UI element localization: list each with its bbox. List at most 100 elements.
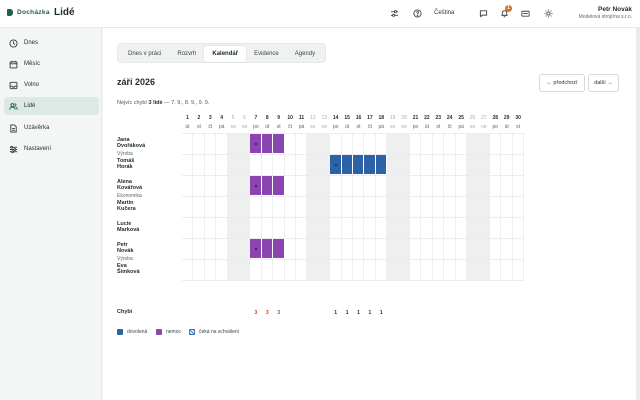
card-icon[interactable] [521,9,530,18]
day-column [399,133,410,280]
sidebar-item-dnes[interactable]: Dnes [4,34,99,52]
weekday-label: po [492,124,499,130]
day-header: 6 ne [239,115,250,130]
row-divider [182,280,524,281]
day-number: 12 [310,115,316,121]
day-column [216,133,228,280]
person-name: Petr Novák [117,242,134,254]
day-header: 18 pá [376,115,387,130]
day-header: 14 po [330,115,341,130]
absence-nemoc[interactable] [273,176,285,195]
person-name-cell[interactable]: Martin Kučera [117,200,136,212]
tab-dnes-v-praci[interactable]: Dnes v práci [120,46,169,62]
person-name-cell[interactable]: Jana Dvořáková Výroba [117,137,145,157]
sun-icon[interactable] [544,9,553,18]
weekday-label: ne [241,124,248,130]
day-column [410,133,422,280]
day-number: 28 [492,115,499,121]
brand[interactable]: Docházka [7,9,50,16]
sidebar-item-lide[interactable]: Lidé [4,97,99,115]
legend-item-dovolena: dovolená [117,329,147,335]
day-column [193,133,205,280]
summary-prefix: Nejvíc chybí [117,100,149,106]
weekday-label: čt [367,124,372,130]
sidebar-item-label: Lidé [24,103,36,109]
absence-nemoc[interactable] [273,134,285,153]
tab-agendy[interactable]: Agendy [287,46,323,62]
sliders-icon[interactable] [390,9,399,18]
chat-icon[interactable] [479,9,488,18]
inbox-icon [9,81,18,90]
brand-logo-icon [7,9,13,16]
person-name-cell[interactable]: Tomáš Horák [117,158,134,170]
sidebar-item-label: Dnes [24,40,39,46]
day-header: 13 ne [319,115,330,130]
weekday-label: út [504,124,509,130]
day-column [296,133,308,280]
language-select[interactable]: Čeština [434,10,454,16]
day-column [467,133,479,280]
day-number: 24 [446,115,453,121]
weekday-label: pá [378,124,385,130]
day-header: 17 čt [364,115,375,130]
weekday-label: ne [481,124,487,130]
day-column [478,133,490,280]
person-name-cell[interactable]: Lucie Marková [117,221,139,233]
day-column [239,133,251,280]
day-column [319,133,331,280]
top-bar: Docházka Lidé Čeština 1 Petr Novák Model… [0,0,640,28]
weekday-label: po [253,124,259,130]
person-name-cell[interactable]: Eva Šimková [117,263,140,275]
row-divider [182,175,524,176]
day-header: 4 pá [216,115,227,130]
next-month-button[interactable]: další → [588,74,619,92]
day-number: 25 [458,115,464,121]
page-title: Lidé [54,7,75,18]
day-column [444,133,456,280]
absence-dovolena[interactable] [341,155,353,174]
absence-dovolena[interactable] [364,155,376,174]
tab-evidence[interactable]: Evidence [246,46,287,62]
user-name[interactable]: Petr Novák [598,6,632,13]
day-number: 5 [231,115,235,121]
absence-dovolena[interactable] [353,155,365,174]
weekday-label: po [332,124,339,130]
notification-badge: 1 [505,5,512,12]
tab-rozvrh[interactable]: Rozvrh [169,46,204,62]
sidebar-item-label: Měsíc [24,61,41,67]
weekday-label: st [196,124,201,130]
sidebar-item-mesic[interactable]: Měsíc [4,55,99,73]
sidebar: Dnes Měsíc Volno Lidé Uzávěrka Nastavení [0,28,102,400]
day-number: 22 [424,115,430,121]
absence-nemoc[interactable] [261,134,274,153]
sidebar-item-uzaverka[interactable]: Uzávěrka [4,119,99,137]
day-header: 10 čt [285,115,296,130]
sidebar-item-volno[interactable]: Volno [4,76,99,94]
sidebar-item-nastaveni[interactable]: Nastavení [4,140,99,158]
person-name-cell[interactable]: Alena Kovářová Ekonomika [117,179,142,199]
person-name-cell[interactable]: Petr Novák Výroba [117,242,134,262]
day-number: 3 [208,115,212,121]
weekday-label: út [185,124,190,130]
absence-marker [334,164,337,166]
document-icon [9,123,18,133]
day-number: 27 [481,115,487,121]
weekday-label: so [310,124,316,130]
help-icon[interactable] [413,9,422,18]
absence-dovolena[interactable] [375,155,388,174]
row-divider [182,238,524,239]
day-number: 7 [254,115,258,121]
missing-count: 1 [379,310,383,316]
absence-summary: Nejvíc chybí 3 lidé — 7. 9., 8. 9., 9. 9… [117,100,209,106]
absence-nemoc[interactable] [261,176,274,195]
day-number: 1 [186,115,189,121]
day-number: 2 [197,115,201,121]
absence-nemoc[interactable] [273,239,285,258]
day-column [433,133,445,280]
person-name: Martin Kučera [117,200,136,212]
previous-month-button[interactable]: ← předchozí [539,74,585,92]
day-number: 23 [435,115,442,121]
tab-kalendar[interactable]: Kalendář [204,46,247,62]
scrollbar[interactable] [636,28,640,400]
absence-nemoc[interactable] [261,239,274,258]
